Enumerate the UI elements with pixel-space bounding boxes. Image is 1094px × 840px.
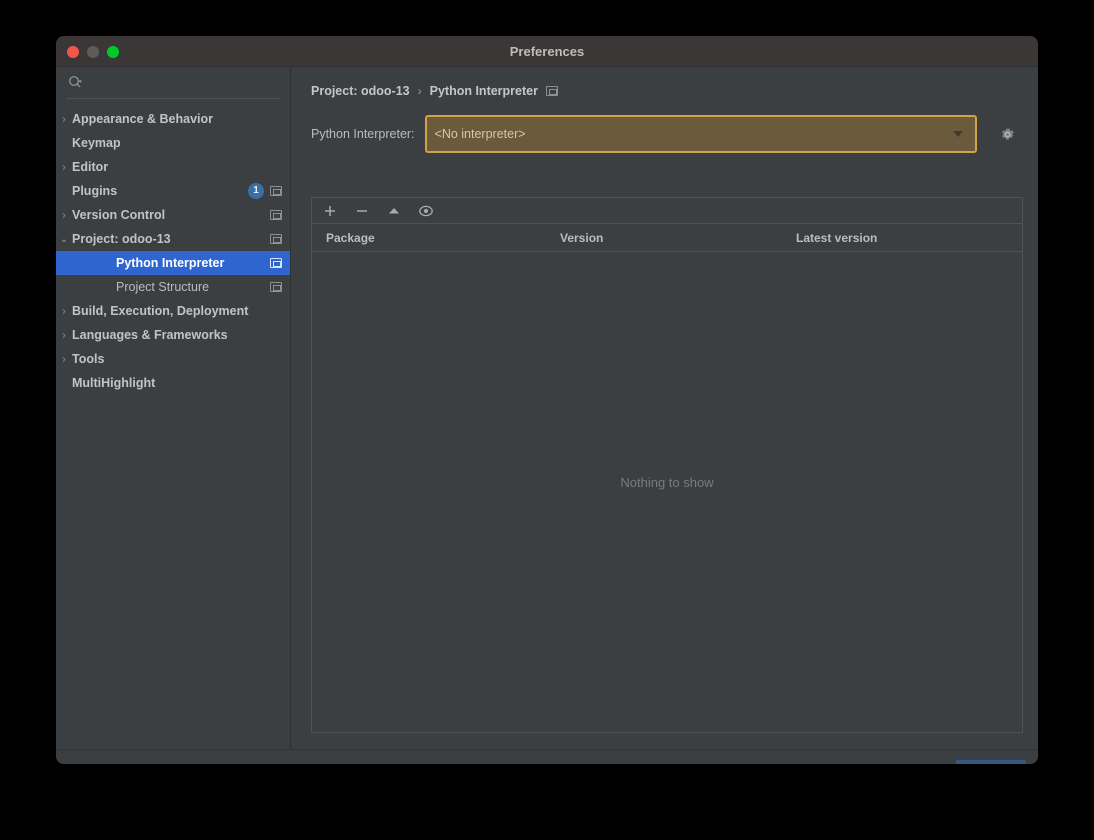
sidebar-item-label: Version Control: [72, 208, 166, 222]
settings-search-input[interactable]: [83, 75, 280, 90]
settings-tree: › Appearance & Behavior Keymap › Editor Plugi…: [56, 99, 290, 749]
sidebar-item-appearance-behavior[interactable]: › Appearance & Behavior: [56, 107, 290, 131]
sidebar-item-label: Languages & Frameworks: [72, 328, 228, 342]
project-level-setting-icon: [270, 234, 282, 244]
packages-table-header: Package Version Latest version: [312, 224, 1022, 252]
search-icon: [68, 75, 83, 90]
breadcrumb-separator: ›: [417, 84, 422, 98]
empty-state-message: Nothing to show: [620, 474, 714, 490]
cancel-button[interactable]: CANCEL: [765, 761, 859, 764]
packages-table-body: Nothing to show: [312, 252, 1022, 732]
sidebar-item-tools[interactable]: › Tools: [56, 347, 290, 371]
project-level-setting-icon: [545, 86, 558, 96]
sidebar-item-plugins[interactable]: Plugins 1: [56, 179, 290, 203]
sidebar-item-keymap[interactable]: Keymap: [56, 131, 290, 155]
python-interpreter-row: Python Interpreter: <No interpreter>: [309, 114, 1020, 154]
settings-content-pane: Project: odoo-13 › Python Interpreter Py…: [291, 67, 1038, 749]
add-package-icon[interactable]: [322, 203, 338, 219]
python-interpreter-value: <No interpreter>: [434, 127, 526, 141]
sidebar-item-label: Python Interpreter: [116, 256, 225, 270]
project-level-setting-icon: [270, 282, 282, 292]
dialog-footer: ? CANCEL APPLY OK: [56, 749, 1038, 764]
preferences-window: Preferences › Appearance & Behavior Keymap…: [56, 36, 1038, 764]
settings-sidebar: › Appearance & Behavior Keymap › Editor Plugi…: [56, 67, 291, 749]
packages-toolbar: [312, 198, 1022, 224]
chevron-right-icon[interactable]: ›: [56, 162, 72, 173]
sidebar-item-editor[interactable]: › Editor: [56, 155, 290, 179]
breadcrumb: Project: odoo-13 › Python Interpreter: [309, 74, 1020, 108]
sidebar-item-build-execution-deployment[interactable]: › Build, Execution, Deployment: [56, 299, 290, 323]
sidebar-item-label: Plugins: [72, 184, 118, 198]
breadcrumb-root[interactable]: Project: odoo-13: [311, 84, 410, 98]
sidebar-item-project-odoo-13[interactable]: ⌄ Project: odoo-13: [56, 227, 290, 251]
sidebar-item-label: Keymap: [72, 136, 121, 150]
plugins-update-badge: 1: [248, 183, 264, 199]
chevron-down-icon[interactable]: ⌄: [56, 234, 72, 245]
sidebar-item-multihighlight[interactable]: MultiHighlight: [56, 371, 290, 395]
chevron-right-icon[interactable]: ›: [56, 114, 72, 125]
sidebar-item-label: Appearance & Behavior: [72, 112, 214, 126]
column-header-latest-version[interactable]: Latest version: [782, 231, 1022, 245]
footer-actions: CANCEL APPLY OK: [765, 760, 1026, 764]
sidebar-item-languages-frameworks[interactable]: › Languages & Frameworks: [56, 323, 290, 347]
python-interpreter-dropdown[interactable]: <No interpreter>: [424, 115, 977, 153]
chevron-right-icon[interactable]: ›: [56, 354, 72, 365]
remove-package-icon[interactable]: [354, 203, 370, 219]
chevron-right-icon[interactable]: ›: [56, 306, 72, 317]
column-header-version[interactable]: Version: [546, 231, 782, 245]
title-bar: Preferences: [56, 36, 1038, 67]
sidebar-item-label: MultiHighlight: [72, 376, 156, 390]
window-title: Preferences: [509, 44, 585, 59]
apply-button[interactable]: APPLY: [859, 761, 942, 764]
project-level-setting-icon: [270, 186, 282, 196]
sidebar-item-version-control[interactable]: › Version Control: [56, 203, 290, 227]
chevron-right-icon[interactable]: ›: [56, 210, 72, 221]
column-header-package[interactable]: Package: [312, 231, 546, 245]
chevron-down-icon: [952, 131, 963, 137]
sidebar-item-python-interpreter[interactable]: Python Interpreter: [56, 251, 290, 275]
sidebar-item-label: Tools: [72, 352, 105, 366]
upgrade-package-icon[interactable]: [386, 203, 402, 219]
project-level-setting-icon: [270, 258, 282, 268]
sidebar-item-label: Project: odoo-13: [72, 232, 171, 246]
sidebar-item-label: Project Structure: [116, 280, 210, 294]
chevron-right-icon[interactable]: ›: [56, 330, 72, 341]
sidebar-item-label: Build, Execution, Deployment: [72, 304, 249, 318]
breadcrumb-leaf: Python Interpreter: [429, 84, 538, 98]
dialog-body: › Appearance & Behavior Keymap › Editor Plugi…: [56, 67, 1038, 749]
show-early-releases-eye-icon[interactable]: [418, 203, 434, 219]
project-level-setting-icon: [270, 210, 282, 220]
packages-panel: Package Version Latest version Nothing t…: [311, 197, 1023, 733]
ok-button[interactable]: OK: [956, 760, 1026, 764]
gear-icon[interactable]: [999, 126, 1016, 143]
sidebar-item-project-structure[interactable]: Project Structure: [56, 275, 290, 299]
python-interpreter-label: Python Interpreter:: [311, 127, 415, 141]
sidebar-item-label: Editor: [72, 160, 109, 174]
settings-search-row[interactable]: [66, 67, 280, 99]
